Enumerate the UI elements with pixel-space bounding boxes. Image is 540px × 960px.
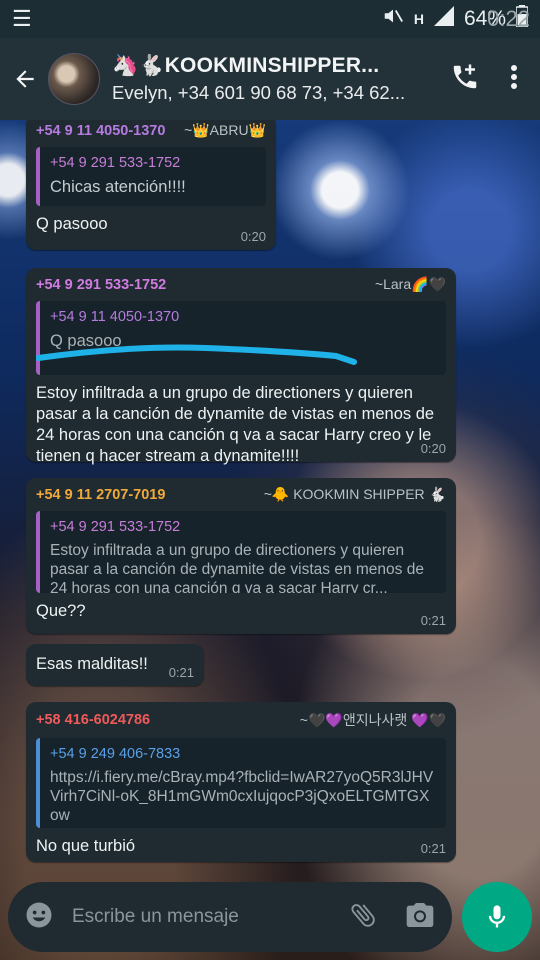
group-avatar[interactable] bbox=[48, 53, 100, 105]
add-call-icon[interactable] bbox=[450, 62, 480, 97]
quoted-sender: +54 9 249 406-7833 bbox=[50, 746, 181, 762]
group-info[interactable]: 🦄🐇KOOKMINSHIPPER... Evelyn, +34 601 90 6… bbox=[112, 54, 412, 104]
quoted-message[interactable]: +54 9 291 533-1752 Estoy infiltrada a un… bbox=[36, 511, 446, 593]
message-input-bar[interactable]: Escribe un mensaje bbox=[8, 882, 452, 952]
quoted-text: Estoy infiltrada a un grupo de direction… bbox=[50, 542, 424, 593]
sender-name[interactable]: +54 9 11 4050-1370 bbox=[36, 123, 165, 139]
sender-tag: ~👑ABRU👑 bbox=[184, 122, 266, 138]
message-time: 0:20 bbox=[240, 229, 266, 244]
quoted-sender: +54 9 11 4050-1370 bbox=[50, 309, 180, 325]
message-bubble[interactable]: +54 9 11 4050-1370 ~👑ABRU👑 +54 9 291 533… bbox=[26, 120, 276, 250]
more-options-icon[interactable] bbox=[510, 64, 518, 95]
sender-tag: ~Lara🌈🖤 bbox=[374, 276, 446, 292]
message-time: 0:21 bbox=[168, 665, 194, 680]
message-time: 0:21 bbox=[420, 841, 446, 856]
mute-icon bbox=[382, 5, 404, 33]
message-text: Estoy infiltrada a un grupo de direction… bbox=[36, 384, 435, 465]
back-arrow-icon[interactable] bbox=[10, 64, 40, 94]
camera-icon[interactable] bbox=[404, 900, 436, 935]
group-name: 🦄🐇KOOKMINSHIPPER... bbox=[112, 54, 380, 77]
emoji-icon[interactable] bbox=[24, 900, 54, 935]
sender-tag: ~🖤💜앤지나사랫 💜🖤 bbox=[299, 712, 446, 728]
microphone-button[interactable] bbox=[462, 882, 532, 952]
message-text: Que?? bbox=[36, 602, 86, 620]
quoted-message[interactable]: +54 9 291 533-1752 Chicas atención!!!! bbox=[36, 147, 266, 206]
message-bubble[interactable]: +58 416-6024786 ~🖤💜앤지나사랫 💜🖤 +54 9 249 40… bbox=[26, 702, 456, 862]
highlight-scribble bbox=[36, 344, 357, 365]
message-input[interactable]: Escribe un mensaje bbox=[72, 906, 322, 928]
message-bubble[interactable]: +54 9 291 533-1752 ~Lara🌈🖤 +54 9 11 4050… bbox=[26, 268, 456, 465]
message-text: No que turbió bbox=[36, 837, 136, 855]
signal-icon bbox=[433, 6, 454, 32]
attach-icon[interactable] bbox=[348, 900, 378, 935]
network-icon: H bbox=[413, 11, 424, 27]
participants-list: Evelyn, +34 601 90 68 73, +34 62... bbox=[112, 82, 406, 103]
microphone-icon bbox=[488, 905, 506, 928]
sender-name[interactable]: +54 9 291 533-1752 bbox=[36, 277, 166, 293]
sender-name[interactable]: +58 416-6024786 bbox=[36, 712, 150, 728]
message-bubble[interactable]: +54 9 11 2707-7019 ~🐥 KOOKMIN SHIPPER 🐇 … bbox=[26, 478, 456, 634]
quoted-sender: +54 9 291 533-1752 bbox=[50, 155, 181, 171]
chat-header: 🦄🐇KOOKMINSHIPPER... Evelyn, +34 601 90 6… bbox=[0, 38, 540, 120]
clock: 0:22 bbox=[487, 6, 530, 31]
status-bar: ☰ H 64% 0:22 bbox=[0, 0, 540, 38]
quoted-text: Chicas atención!!!! bbox=[50, 178, 186, 196]
message-time: 0:21 bbox=[420, 613, 446, 628]
chat-area[interactable]: +54 9 11 4050-1370 ~👑ABRU👑 +54 9 291 533… bbox=[0, 120, 540, 960]
sender-name[interactable]: +54 9 11 2707-7019 bbox=[36, 487, 165, 503]
message-text: Q pasooo bbox=[36, 215, 108, 233]
quoted-sender: +54 9 291 533-1752 bbox=[50, 519, 181, 535]
message-bubble[interactable]: Esas malditas!! 0:21 bbox=[26, 644, 204, 686]
message-time: 0:20 bbox=[420, 441, 446, 456]
sender-tag: ~🐥 KOOKMIN SHIPPER 🐇 bbox=[263, 486, 446, 502]
menu-icon: ☰ bbox=[12, 6, 32, 31]
quoted-text: https://i.fiery.me/cBray.mp4?fbclid=IwAR… bbox=[50, 769, 434, 824]
quoted-message[interactable]: +54 9 249 406-7833 https://i.fiery.me/cB… bbox=[36, 738, 446, 828]
